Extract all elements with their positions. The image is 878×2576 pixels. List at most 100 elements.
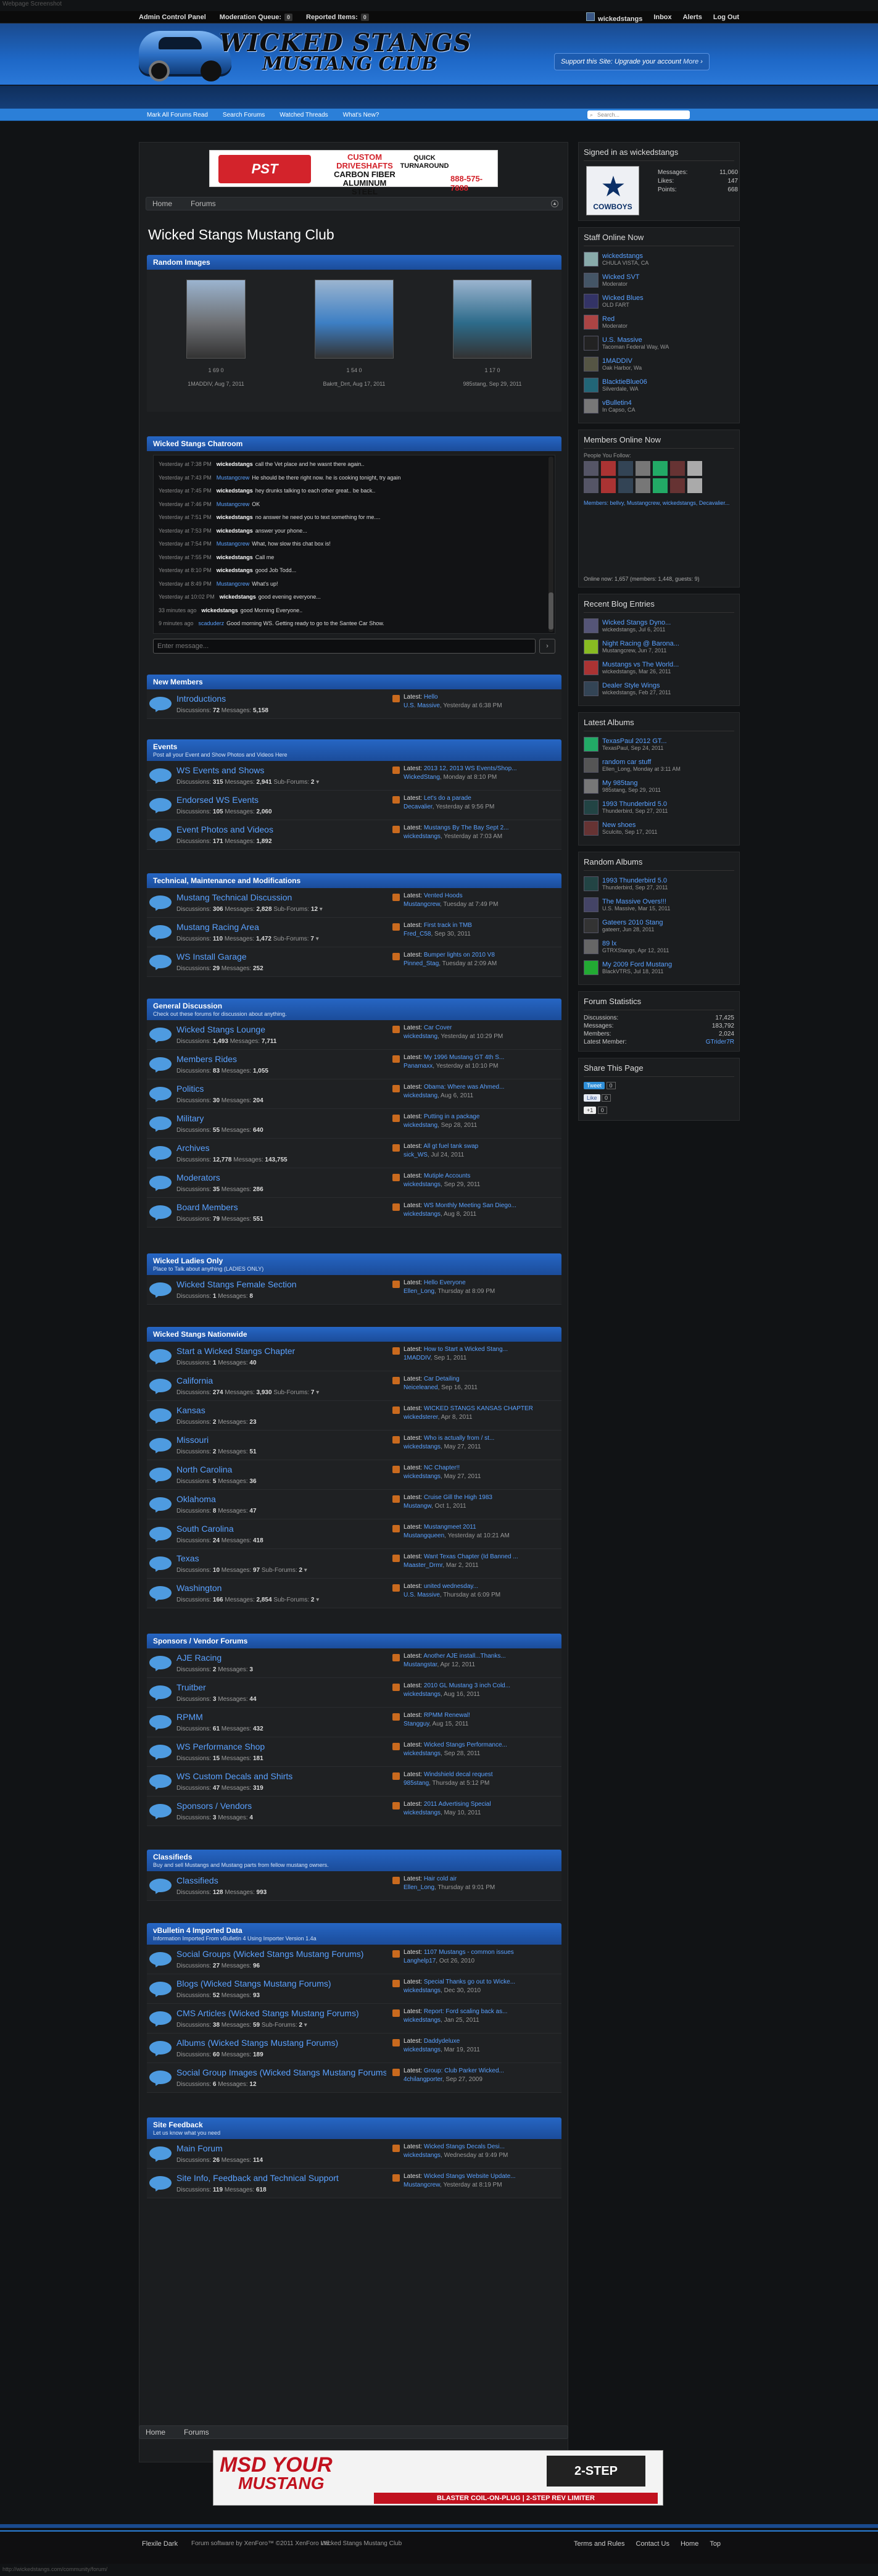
album-entry-name[interactable]: My 985tang (602, 779, 661, 787)
member-avatar[interactable] (670, 461, 685, 476)
forum-title[interactable]: Mustang Racing Area (176, 922, 386, 932)
album-entry-name[interactable]: New shoes (602, 821, 657, 829)
staff-member[interactable]: U.S. Massive Tacoman Federal Way, WA (584, 334, 734, 352)
last-post-user[interactable]: 985stang (404, 1780, 429, 1787)
staff-member[interactable]: 1MADDIV Oak Harbor, Wa (584, 355, 734, 373)
forum-title[interactable]: Classifieds (176, 1876, 386, 1885)
blog-entry-name[interactable]: Wicked Stangs Dyno... (602, 619, 671, 626)
last-post-title[interactable]: Who is actually from / st... (424, 1435, 494, 1442)
rss-icon[interactable] (392, 695, 400, 702)
forum-title[interactable]: Wicked Stangs Lounge (176, 1024, 386, 1034)
forum-title[interactable]: Texas (176, 1553, 386, 1563)
rss-icon[interactable] (392, 1495, 400, 1503)
rss-icon[interactable] (392, 2039, 400, 2046)
category-title[interactable]: New Members (153, 678, 203, 686)
category-title[interactable]: Wicked Ladies Only (153, 1257, 223, 1265)
last-post-title[interactable]: Wicked Stangs Decals Desi... (424, 2143, 505, 2150)
last-post-title[interactable]: Report: Ford scaling back as... (424, 2008, 508, 2015)
last-post-user[interactable]: Mustangstar (404, 1661, 437, 1668)
user-avatar-large[interactable]: ★ COWBOYS (586, 166, 639, 215)
album-entry[interactable]: New shoes Sculcito, Sep 17, 2011 (584, 819, 734, 837)
last-post-title[interactable]: NC Chapter!! (424, 1465, 460, 1471)
category-title[interactable]: Events (153, 742, 177, 751)
last-post-user[interactable]: wickedstangs (404, 1473, 441, 1480)
last-post-user[interactable]: WickedStang (404, 774, 440, 781)
forum-title[interactable]: Start a Wicked Stangs Chapter (176, 1346, 386, 1356)
last-post-user[interactable]: wickedstangs (404, 833, 441, 840)
last-post-title[interactable]: Mustangs By The Bay Sept 2... (424, 825, 509, 831)
last-post-title[interactable]: My 1996 Mustang GT 4th S... (424, 1054, 504, 1061)
last-post-user[interactable]: Decavalier (404, 804, 433, 810)
random-album[interactable]: 89 lx GTRXStangs, Apr 12, 2011 (584, 937, 734, 956)
rss-icon[interactable] (392, 767, 400, 774)
last-post-title[interactable]: WICKED STANGS KANSAS CHAPTER (424, 1405, 533, 1412)
last-post-user[interactable]: U.S. Massive (404, 1592, 440, 1598)
forum-title[interactable]: Missouri (176, 1435, 386, 1445)
blog-entry-name[interactable]: Night Racing @ Barona... (602, 640, 679, 647)
member-avatar[interactable] (584, 461, 598, 476)
random-album-name[interactable]: 1993 Thunderbird 5.0 (602, 877, 668, 884)
rss-icon[interactable] (392, 796, 400, 804)
category-title[interactable]: General Discussion (153, 1002, 222, 1010)
last-post-user[interactable]: Mustangqueen (404, 1532, 444, 1539)
crumb-home[interactable]: Home (152, 199, 172, 208)
pst-ad-banner[interactable]: PST CUSTOM DRIVESHAFTS CARBON FIBER ALUMIN… (209, 150, 498, 196)
rss-icon[interactable] (392, 1802, 400, 1809)
forum-title[interactable]: Blogs (Wicked Stangs Mustang Forums) (176, 1979, 386, 1988)
last-post-user[interactable]: Mustangcrew (404, 2182, 440, 2188)
random-album-name[interactable]: Gateers 2010 Stang (602, 919, 663, 926)
staff-member-name[interactable]: Wicked SVT (602, 273, 640, 281)
random-album-name[interactable]: The Massive Overs!!! (602, 898, 670, 905)
image-author[interactable]: 1MADDIV (188, 381, 212, 387)
staff-member-name[interactable]: U.S. Massive (602, 336, 669, 344)
member-avatar[interactable] (653, 478, 668, 493)
forum-title[interactable]: WS Custom Decals and Shirts (176, 1771, 386, 1781)
chat-message-input[interactable]: Enter message... (153, 639, 536, 654)
member-avatar[interactable] (670, 478, 685, 493)
chevron-down-icon[interactable]: ▾ (314, 779, 319, 786)
rss-icon[interactable] (392, 1525, 400, 1532)
last-post-user[interactable]: wickedstangs (404, 2046, 441, 2053)
forum-title[interactable]: Military (176, 1113, 386, 1123)
chat-user[interactable]: wickedstangs (220, 594, 256, 600)
album-entry-name[interactable]: TexasPaul 2012 GT... (602, 737, 667, 745)
album-entry[interactable]: TexasPaul 2012 GT... TexasPaul, Sep 24, 2… (584, 735, 734, 754)
staff-member[interactable]: vBulletin4 In Capso, CA (584, 397, 734, 415)
forum-title[interactable]: Board Members (176, 1202, 386, 1212)
forum-title[interactable]: CMS Articles (Wicked Stangs Mustang Foru… (176, 2008, 386, 2018)
plus-one-button[interactable]: +1 (584, 1107, 597, 1114)
member-avatar[interactable] (653, 461, 668, 476)
chat-send-icon[interactable]: › (539, 639, 555, 654)
last-post-title[interactable]: Hair cold air (424, 1876, 457, 1882)
chevron-down-icon[interactable]: ▾ (302, 2022, 307, 2029)
last-post-title[interactable]: Another AJE install...Thanks... (423, 1653, 505, 1660)
rss-icon[interactable] (392, 923, 400, 931)
chat-user[interactable]: Mustangcrew (217, 541, 250, 547)
chat-user[interactable]: wickedstangs (202, 607, 238, 613)
forum-title[interactable]: North Carolina (176, 1465, 386, 1474)
rss-icon[interactable] (392, 1203, 400, 1211)
last-post-user[interactable]: wickedstangs (404, 1809, 441, 1816)
last-post-title[interactable]: Hello (424, 694, 438, 700)
rss-icon[interactable] (392, 2009, 400, 2017)
logout-link[interactable]: Log Out (713, 14, 739, 21)
chat-user[interactable]: Mustangcrew (217, 475, 250, 481)
footer-link[interactable]: Top (710, 2540, 721, 2548)
stat-latest-member[interactable]: GTrider7R (706, 1038, 734, 1046)
subforum-count[interactable]: 12 (311, 906, 318, 913)
forum-title[interactable]: Social Group Images (Wicked Stangs Musta… (176, 2067, 386, 2077)
rss-icon[interactable] (392, 1713, 400, 1721)
last-post-title[interactable]: 1107 Mustangs - common issues (424, 1949, 514, 1956)
rss-icon[interactable] (392, 1466, 400, 1473)
rss-icon[interactable] (392, 1950, 400, 1958)
last-post-title[interactable]: All gt fuel tank swap (423, 1143, 478, 1150)
forum-title[interactable]: Kansas (176, 1405, 386, 1415)
last-post-user[interactable]: wickedstang (404, 1092, 437, 1099)
album-entry-name[interactable]: random car stuff (602, 758, 681, 766)
last-post-user[interactable]: Fred_C58 (404, 931, 431, 937)
rss-icon[interactable] (392, 953, 400, 960)
last-post-title[interactable]: Mutiple Accounts (424, 1173, 471, 1179)
upgrade-account-button[interactable]: Support this Site: Upgrade your account … (554, 53, 710, 70)
last-post-user[interactable]: Ellen_Long (404, 1884, 434, 1891)
last-post-user[interactable]: wickedstangs (404, 2152, 441, 2159)
